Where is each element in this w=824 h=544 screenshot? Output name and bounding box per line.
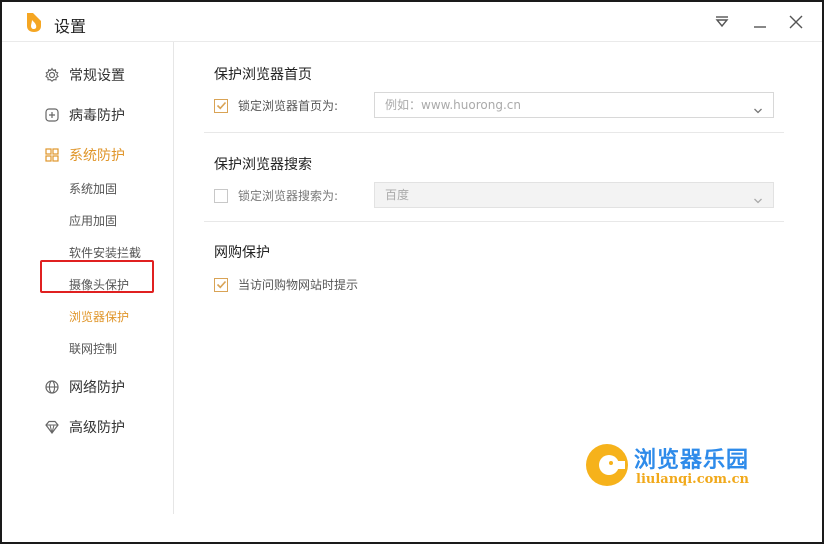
subitem-network-control[interactable]: 联网控制 [69,340,117,358]
huorong-logo-icon [24,11,44,33]
plus-box-icon [44,107,60,123]
watermark: 浏览器乐园 liulanqi.com.cn [584,440,784,492]
sidebar-item-system-protection[interactable]: 系统防护 [44,144,125,166]
search-engine-select[interactable]: 百度 [374,182,774,208]
option-label: 当访问购物网站时提示 [238,278,359,292]
watermark-logo-icon [584,442,630,488]
section-title-search: 保护浏览器搜索 [214,157,312,173]
grid-icon [44,147,60,163]
sidebar-item-label: 病毒防护 [69,108,125,124]
homepage-select[interactable]: 例如：www.huorong.cn [374,92,774,118]
shopping-alert-checkbox[interactable] [214,277,228,292]
sidebar-item-label: 常规设置 [69,68,125,84]
globe-icon [44,379,60,395]
watermark-url: liulanqi.com.cn [636,472,749,487]
subitem-app-hardening[interactable]: 应用加固 [69,212,117,230]
section-title-homepage: 保护浏览器首页 [214,67,312,83]
sidebar-item-network-protection[interactable]: 网络防护 [44,376,125,398]
diamond-icon [44,419,60,435]
homepage-select-placeholder: 例如：www.huorong.cn [385,98,521,112]
settings-window: 设置 常规设置 病毒防护 系统防护 系统加固 应用加固 软件安装拦截 摄像头保护… [0,0,824,544]
option-label: 锁定浏览器首页为: [238,99,339,113]
option-label: 锁定浏览器搜索为: [238,189,339,203]
sidebar-item-label: 高级防护 [69,420,125,436]
minimize-icon[interactable] [750,12,770,32]
chevron-down-icon [753,190,763,204]
lock-search-checkbox[interactable] [214,188,228,203]
divider [204,132,784,133]
menu-dropdown-icon[interactable] [712,12,732,32]
option-lock-homepage[interactable]: 锁定浏览器首页为: [214,97,338,114]
chevron-down-icon [753,100,763,114]
subitem-system-hardening[interactable]: 系统加固 [69,180,117,198]
section-title-shopping: 网购保护 [214,245,270,261]
sidebar-item-label: 系统防护 [69,148,125,164]
close-icon[interactable] [786,12,806,32]
highlight-annotation [40,260,154,293]
search-engine-value: 百度 [385,188,410,202]
sidebar-item-label: 网络防护 [69,380,125,396]
subitem-browser-protection[interactable]: 浏览器保护 [69,308,129,326]
divider [204,221,784,222]
sidebar-item-advanced-protection[interactable]: 高级防护 [44,416,125,438]
option-shopping-alert[interactable]: 当访问购物网站时提示 [214,276,358,293]
option-lock-search[interactable]: 锁定浏览器搜索为: [214,187,338,204]
gear-icon [44,67,60,83]
lock-homepage-checkbox[interactable] [214,98,228,113]
sidebar-item-virus-protection[interactable]: 病毒防护 [44,104,125,126]
sidebar-item-general[interactable]: 常规设置 [44,64,125,86]
watermark-title: 浏览器乐园 [634,447,750,473]
window-title: 设置 [54,17,87,36]
title-bar: 设置 [2,2,822,42]
